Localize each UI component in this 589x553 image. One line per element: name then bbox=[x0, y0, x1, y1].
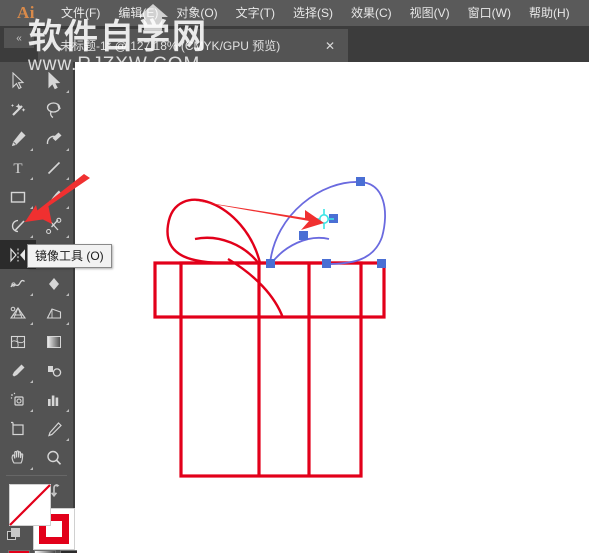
swap-fill-stroke-icon[interactable] bbox=[50, 482, 66, 498]
eyedropper-tool[interactable] bbox=[0, 356, 36, 385]
shape-builder-tool[interactable] bbox=[36, 269, 72, 298]
anchor-point bbox=[266, 259, 275, 268]
tool-flyout-indicator bbox=[66, 438, 69, 441]
tool-row bbox=[0, 211, 73, 240]
direct-selection-tool[interactable] bbox=[36, 66, 72, 95]
perspective-selection-tool[interactable] bbox=[36, 298, 72, 327]
menu-window[interactable]: 窗口(W) bbox=[459, 0, 520, 26]
menu-view[interactable]: 视图(V) bbox=[401, 0, 459, 26]
tool-flyout-indicator bbox=[66, 90, 69, 93]
symbol-sprayer-tool[interactable] bbox=[0, 385, 36, 414]
tool-row bbox=[0, 298, 73, 327]
column-graph-tool[interactable] bbox=[36, 385, 72, 414]
arrow-to-reflected-shape bbox=[190, 200, 324, 230]
perspective-grid-tool[interactable] bbox=[0, 298, 36, 327]
close-icon[interactable]: ✕ bbox=[325, 39, 335, 53]
slice-tool[interactable] bbox=[36, 414, 72, 443]
line-segment-tool[interactable] bbox=[36, 153, 72, 182]
tool-flyout-indicator bbox=[30, 148, 33, 151]
illustrator-logo-icon: Ai bbox=[17, 3, 35, 22]
selected-bow-inner-curl bbox=[270, 237, 330, 265]
red-bow-inner-curl bbox=[194, 236, 260, 265]
svg-text:T: T bbox=[13, 161, 22, 177]
tool-row bbox=[0, 95, 73, 124]
menu-edit[interactable]: 编辑(E) bbox=[109, 0, 167, 26]
menu-file[interactable]: 文件(F) bbox=[52, 0, 109, 26]
magic-wand-tool[interactable] bbox=[0, 95, 36, 124]
tool-flyout-indicator bbox=[30, 206, 33, 209]
anchor-point bbox=[322, 259, 331, 268]
tool-flyout-indicator bbox=[66, 148, 69, 151]
curvature-tool[interactable] bbox=[36, 124, 72, 153]
hand-tool[interactable] bbox=[0, 443, 36, 472]
tool-flyout-indicator bbox=[30, 235, 33, 238]
tool-flyout-indicator bbox=[30, 322, 33, 325]
anchor-point bbox=[356, 177, 365, 186]
tool-row bbox=[0, 124, 73, 153]
gradient-tool[interactable] bbox=[36, 327, 72, 356]
menu-bar: Ai 文件(F) 编辑(E) 对象(O) 文字(T) 选择(S) 效果(C) 视… bbox=[0, 0, 589, 26]
tool-flyout-indicator bbox=[66, 206, 69, 209]
artwork-svg bbox=[153, 177, 386, 478]
fill-color-swatch[interactable] bbox=[9, 484, 51, 526]
tool-flyout-indicator bbox=[30, 177, 33, 180]
rectangle-tool[interactable] bbox=[0, 182, 36, 211]
tool-flyout-indicator bbox=[66, 177, 69, 180]
artboard-tool[interactable] bbox=[0, 414, 36, 443]
menu-effect[interactable]: 效果(C) bbox=[342, 0, 401, 26]
document-canvas[interactable] bbox=[77, 62, 589, 553]
tool-flyout-indicator bbox=[30, 409, 33, 412]
gift-box-lid bbox=[153, 261, 386, 319]
blend-tool[interactable] bbox=[36, 356, 72, 385]
menu-type[interactable]: 文字(T) bbox=[227, 0, 284, 26]
tool-row bbox=[0, 443, 73, 472]
width-tool[interactable] bbox=[0, 269, 36, 298]
paintbrush-tool[interactable] bbox=[36, 182, 72, 211]
tool-row bbox=[0, 327, 73, 356]
pen-tool[interactable] bbox=[0, 124, 36, 153]
lasso-tool[interactable] bbox=[36, 95, 72, 124]
tool-tooltip: 镜像工具 (O) bbox=[27, 244, 112, 268]
tool-flyout-indicator bbox=[30, 380, 33, 383]
red-bow-paths bbox=[166, 198, 285, 319]
selection-tool[interactable] bbox=[0, 66, 36, 95]
tool-row bbox=[0, 414, 73, 443]
color-swatch-area bbox=[0, 480, 82, 553]
tool-flyout-indicator bbox=[30, 293, 33, 296]
tool-flyout-indicator bbox=[66, 293, 69, 296]
anchor-point bbox=[377, 259, 386, 268]
tool-flyout-indicator bbox=[66, 322, 69, 325]
tool-row bbox=[0, 356, 73, 385]
tool-row: T bbox=[0, 153, 73, 182]
default-fill-stroke-icon[interactable] bbox=[7, 528, 21, 542]
tool-row bbox=[0, 182, 73, 211]
selected-reflected-path bbox=[269, 181, 386, 265]
tool-flyout-indicator bbox=[66, 235, 69, 238]
collapse-panel-button[interactable]: « bbox=[4, 28, 34, 48]
mesh-tool[interactable] bbox=[0, 327, 36, 356]
toolbar-divider bbox=[6, 475, 67, 476]
no-fill-slash-icon bbox=[9, 484, 51, 526]
tool-flyout-indicator bbox=[30, 467, 33, 470]
tool-row bbox=[0, 385, 73, 414]
tools-panel: T bbox=[0, 62, 82, 553]
selected-bow-outer-loop bbox=[269, 181, 386, 265]
type-tool[interactable]: T bbox=[0, 153, 36, 182]
menu-help[interactable]: 帮助(H) bbox=[520, 0, 579, 26]
tool-flyout-indicator bbox=[66, 409, 69, 412]
shaper-tool[interactable] bbox=[0, 211, 36, 240]
document-tab-title: 未标题-1* @ 127.18% (CMYK/GPU 预览) bbox=[60, 39, 281, 53]
zoom-tool[interactable] bbox=[36, 443, 72, 472]
menu-select[interactable]: 选择(S) bbox=[284, 0, 342, 26]
tool-row bbox=[0, 269, 73, 298]
scissors-tool[interactable] bbox=[36, 211, 72, 240]
tool-row bbox=[0, 66, 73, 95]
anchor-point bbox=[299, 231, 308, 240]
menu-object[interactable]: 对象(O) bbox=[167, 0, 226, 26]
document-tab[interactable]: 未标题-1* @ 127.18% (CMYK/GPU 预览) ✕ bbox=[38, 29, 348, 62]
